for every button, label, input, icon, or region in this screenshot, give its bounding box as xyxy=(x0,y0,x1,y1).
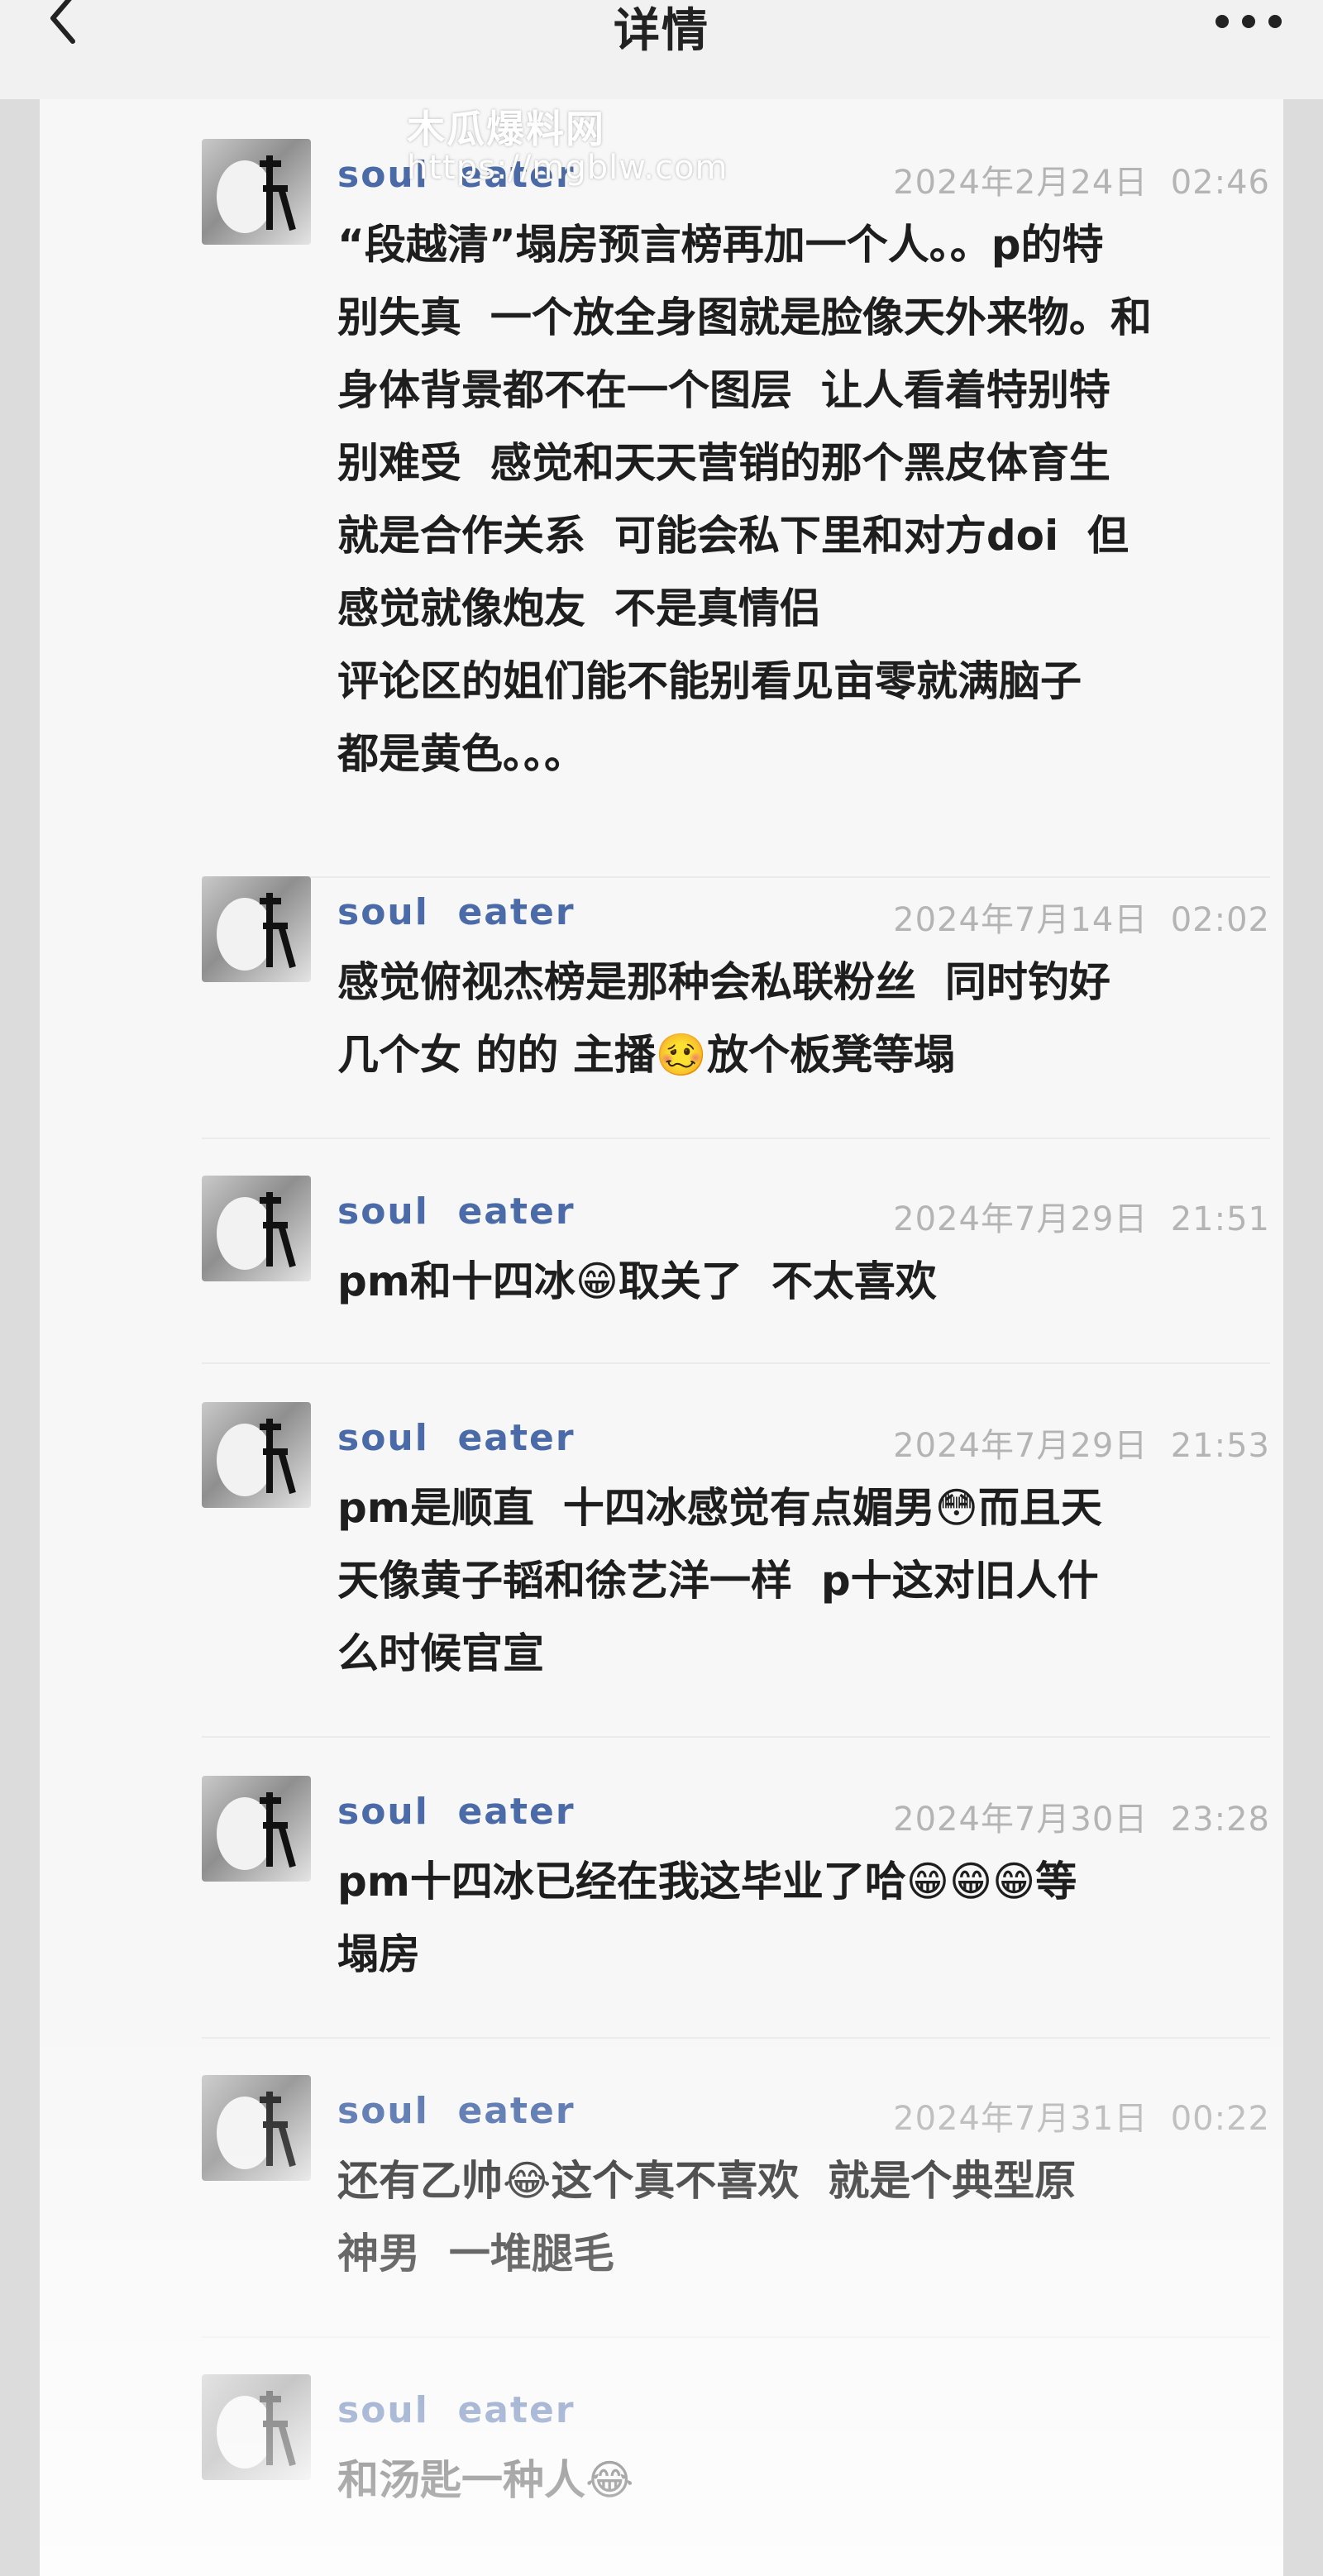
comment-line: pm和十四冰😁取关了 不太喜欢 xyxy=(337,1257,937,1305)
divider xyxy=(202,876,1270,878)
divider xyxy=(202,1362,1270,1364)
more-button[interactable] xyxy=(1216,15,1282,35)
cat-avatar-icon xyxy=(217,2092,296,2169)
comment-text: 还有乙帅😂这个真不喜欢 就是个典型原 神男 一堆腿毛 xyxy=(337,2144,1280,2290)
watermark-url: https://mgblw.com xyxy=(407,149,728,187)
avatar[interactable] xyxy=(202,2374,311,2480)
comment-line: 和汤匙一种人😂 xyxy=(337,2456,634,2504)
comment-line: “段越清”塌房预言榜再加一个人。。p的特 xyxy=(337,221,1104,269)
cat-avatar-icon xyxy=(217,1192,296,1270)
avatar[interactable] xyxy=(202,2075,311,2181)
comment-text: pm和十四冰😁取关了 不太喜欢 xyxy=(337,1245,1280,1318)
divider xyxy=(202,2336,1270,2338)
comment-text: 感觉俯视杰榜是那种会私联粉丝 同时钓好 几个女 的的 主播🥴放个板凳等塌 xyxy=(337,946,1280,1091)
username[interactable]: soul eater xyxy=(337,1190,576,1233)
timestamp: 2024年7月14日 02:02 xyxy=(893,901,1270,939)
cat-avatar-icon xyxy=(217,155,296,233)
cat-avatar-icon xyxy=(217,1419,296,1496)
comment-text: “段越清”塌房预言榜再加一个人。。p的特 别失真 一个放全身图就是脸像天外来物。… xyxy=(337,208,1280,790)
username[interactable]: soul eater xyxy=(337,1791,576,1833)
username[interactable]: soul eater xyxy=(337,2090,576,2132)
comment-list: soul eater 2024年2月24日 02:46 “段越清”塌房预言榜再加… xyxy=(40,99,1283,2576)
comment-line: 别难受 感觉和天天营销的那个黑皮体育生 xyxy=(337,439,1110,487)
comment-line: 天像黄子韬和徐艺洋一样 p十这对旧人什 xyxy=(337,1557,1099,1605)
comment-line: 么时候官宣 xyxy=(337,1629,544,1677)
comment-line: 就是合作关系 可能会私下里和对方doi 但 xyxy=(337,512,1129,560)
comment-text: 和汤匙一种人😂 xyxy=(337,2444,1280,2516)
timestamp: 2024年7月29日 21:53 xyxy=(893,1427,1270,1465)
username[interactable]: soul eater xyxy=(337,891,576,933)
comment-text: pm是顺直 十四冰感觉有点媚男😳而且天 天像黄子韬和徐艺洋一样 p十这对旧人什 … xyxy=(337,1472,1280,1690)
comment-line: 身体背景都不在一个图层 让人看着特别特 xyxy=(337,366,1110,414)
more-dots-icon xyxy=(1216,15,1229,28)
avatar[interactable] xyxy=(202,139,311,245)
divider xyxy=(202,1736,1270,1738)
comment-line: 感觉俯视杰榜是那种会私联粉丝 同时钓好 xyxy=(337,958,1110,1006)
cat-avatar-icon xyxy=(217,2391,296,2469)
page-title: 详情 xyxy=(614,4,709,58)
comment-line: 别失真 一个放全身图就是脸像天外来物。和 xyxy=(337,293,1152,341)
comment-line: 神男 一堆腿毛 xyxy=(337,2230,614,2278)
comment-line: 塌房 xyxy=(337,1930,420,1978)
timestamp: 2024年2月24日 02:46 xyxy=(893,164,1270,202)
watermark-text: 木瓜爆料网 xyxy=(407,107,605,151)
username[interactable]: soul eater xyxy=(337,1417,576,1459)
comment-line: pm十四冰已经在我这毕业了哈😁😁😁等 xyxy=(337,1858,1077,1906)
divider xyxy=(202,1138,1270,1139)
comment-line: 评论区的姐们能不能别看见亩零就满脑子 xyxy=(337,657,1082,705)
avatar[interactable] xyxy=(202,1402,311,1508)
username[interactable]: soul eater xyxy=(337,2389,576,2431)
cat-avatar-icon xyxy=(217,1792,296,1870)
comment-line: pm是顺直 十四冰感觉有点媚男😳而且天 xyxy=(337,1484,1102,1532)
avatar[interactable] xyxy=(202,876,311,982)
top-bar: 详情 xyxy=(0,0,1323,99)
avatar[interactable] xyxy=(202,1776,311,1882)
avatar[interactable] xyxy=(202,1176,311,1281)
timestamp: 2024年7月30日 23:28 xyxy=(893,1801,1270,1839)
timestamp: 2024年7月29日 21:51 xyxy=(893,1200,1270,1238)
comment-text: pm十四冰已经在我这毕业了哈😁😁😁等 塌房 xyxy=(337,1845,1280,1991)
cat-avatar-icon xyxy=(217,893,296,971)
comment-line: 感觉就像炮友 不是真情侣 xyxy=(337,584,821,632)
divider xyxy=(202,2037,1270,2039)
timestamp: 2024年7月31日 00:22 xyxy=(893,2100,1270,2138)
comment-line: 都是黄色。。。 xyxy=(337,730,585,778)
comment-line: 几个女 的的 主播🥴放个板凳等塌 xyxy=(337,1031,956,1079)
comment-line: 还有乙帅😂这个真不喜欢 就是个典型原 xyxy=(337,2157,1077,2205)
